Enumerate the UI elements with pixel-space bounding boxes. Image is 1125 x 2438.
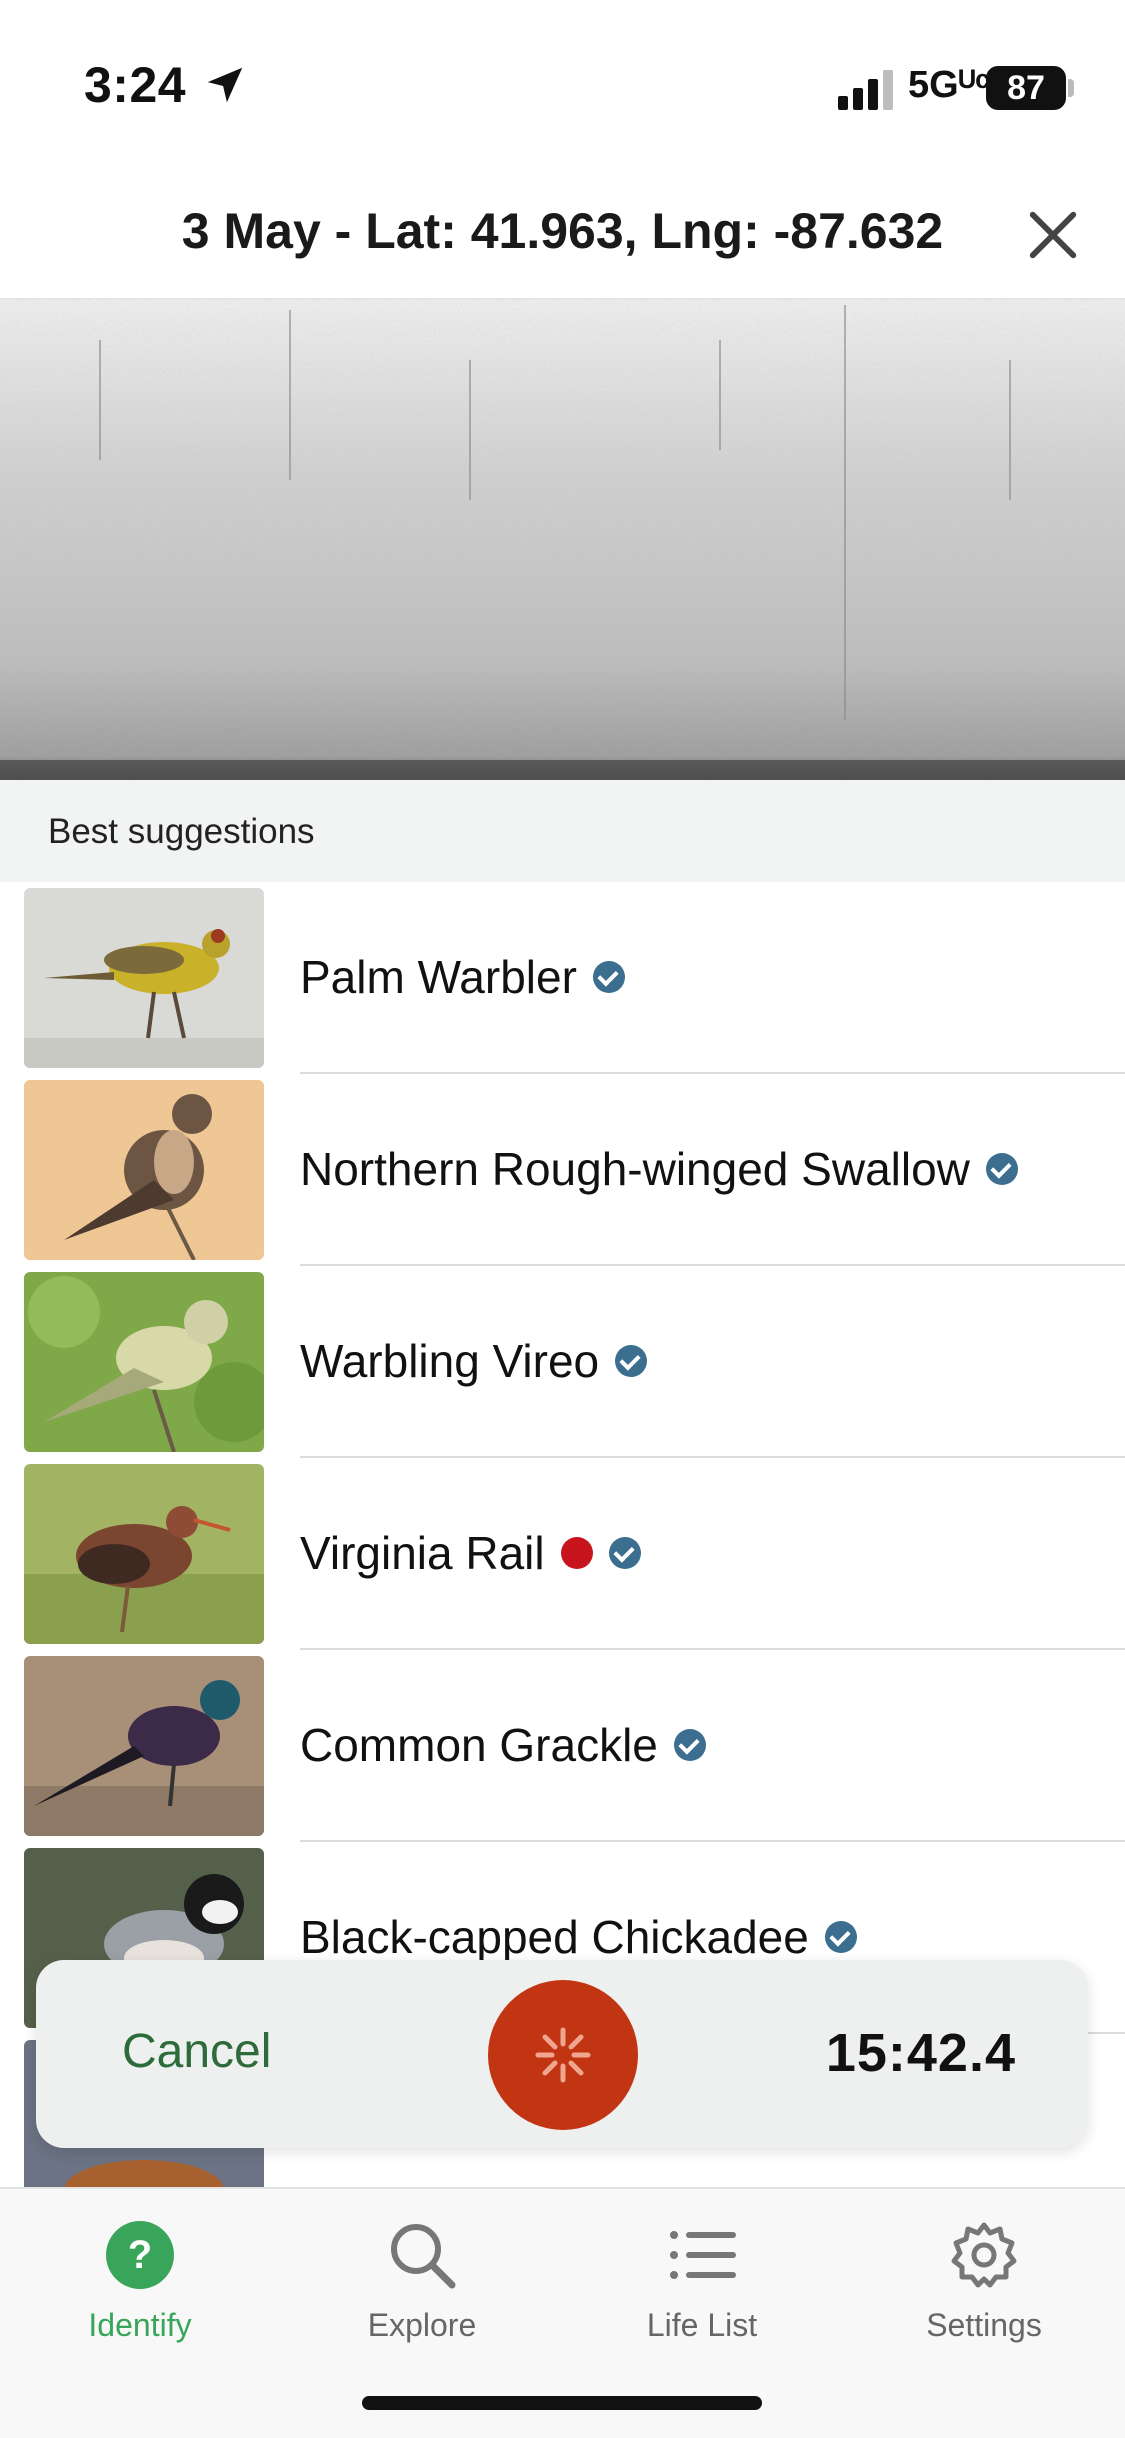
header: 3 May - Lat: 41.963, Lng: -87.632: [0, 170, 1125, 300]
network-type: 5Gᵁᶜ: [908, 64, 990, 106]
location-arrow-icon: [207, 67, 243, 103]
status-bar: 3:24 5Gᵁᶜ 87: [0, 0, 1125, 170]
svg-text:?: ?: [128, 2233, 152, 2277]
tab-life-list[interactable]: Life List: [602, 2209, 802, 2349]
spectrogram-image: [0, 300, 1125, 780]
verified-icon: [615, 1344, 648, 1377]
status-time: 3:24: [84, 57, 187, 113]
bird-photo: [24, 1272, 264, 1452]
rare-indicator-icon: [560, 1536, 593, 1569]
list-item[interactable]: Virginia Rail: [0, 1458, 1125, 1650]
section-header: Best suggestions: [0, 780, 1125, 882]
tab-explore[interactable]: Explore: [322, 2209, 522, 2349]
verified-icon: [608, 1536, 641, 1569]
close-icon[interactable]: [1024, 206, 1082, 264]
bird-photo: [24, 1464, 264, 1644]
species-name: Northern Rough-winged Swallow: [300, 1142, 1018, 1196]
section-label: Best suggestions: [48, 812, 315, 851]
question-icon: ?: [106, 2221, 174, 2289]
search-icon: [391, 2224, 456, 2289]
cancel-button[interactable]: Cancel: [122, 2024, 271, 2079]
tab-label: Settings: [926, 2307, 1042, 2343]
battery-cap: [1068, 79, 1074, 97]
species-name: Common Grackle: [300, 1718, 706, 1772]
verified-icon: [592, 960, 625, 993]
spectrogram: [0, 300, 1125, 780]
record-button[interactable]: [488, 1980, 638, 2130]
tab-label: Identify: [88, 2307, 192, 2343]
gear-icon: [951, 2222, 1017, 2288]
list-item[interactable]: Warbling Vireo: [0, 1266, 1125, 1458]
tab-label: Explore: [367, 2307, 477, 2343]
species-name: Palm Warbler: [300, 950, 625, 1004]
bird-photo: [24, 1080, 264, 1260]
recording-panel: Cancel 15:42.4: [36, 1960, 1088, 2148]
verified-icon: [985, 1152, 1018, 1185]
verified-icon: [673, 1728, 706, 1761]
list-item[interactable]: Northern Rough-winged Swallow: [0, 1074, 1125, 1266]
list-item[interactable]: Palm Warbler: [0, 882, 1125, 1074]
loading-spinner-icon: [535, 2027, 591, 2083]
list-item[interactable]: Common Grackle: [0, 1650, 1125, 1842]
recording-timer: 15:42.4: [825, 2023, 1016, 2083]
home-indicator[interactable]: [362, 2396, 762, 2410]
verified-icon: [824, 1920, 857, 1953]
tab-label: Life List: [646, 2307, 758, 2343]
bird-photo: [24, 1656, 264, 1836]
tab-settings[interactable]: Settings: [884, 2209, 1084, 2349]
species-name: Warbling Vireo: [300, 1334, 648, 1388]
list-icon: [670, 2231, 736, 2279]
cellular-signal-icon: [838, 70, 893, 110]
species-name: Black-capped Chickadee: [300, 1910, 857, 1964]
tab-identify[interactable]: ? Identify: [40, 2209, 240, 2349]
species-name: Virginia Rail: [300, 1526, 641, 1580]
battery-level: 87: [986, 66, 1066, 110]
bird-photo: [24, 888, 264, 1068]
page-title: 3 May - Lat: 41.963, Lng: -87.632: [181, 203, 944, 259]
